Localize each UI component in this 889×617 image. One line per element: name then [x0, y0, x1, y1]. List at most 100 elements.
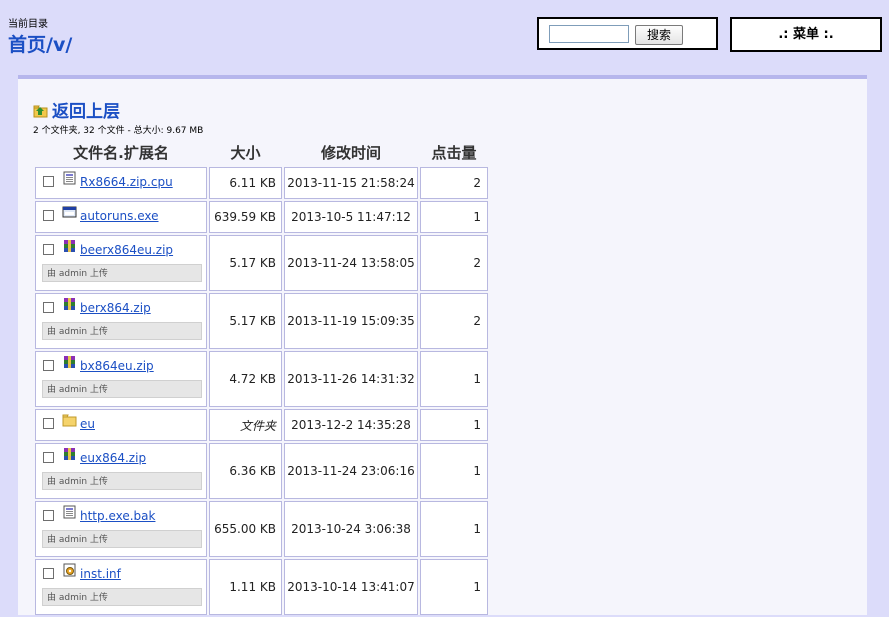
file-list-panel: 返回上层 2 个文件夹, 32 个文件 - 总大小: 9.67 MB 文件名.扩…	[18, 75, 867, 615]
search-button[interactable]: 搜索	[635, 25, 683, 45]
hits-cell: 1	[420, 351, 488, 407]
archive-icon	[64, 448, 75, 460]
uploader-info: 由 admin 上传	[42, 530, 202, 548]
column-header-hits[interactable]: 点击量	[420, 139, 488, 165]
size-cell: 639.59 KB	[209, 201, 282, 233]
modified-time-cell: 2013-10-14 13:41:07	[284, 559, 418, 615]
row-checkbox[interactable]	[43, 209, 54, 221]
breadcrumb: 首页/v/	[8, 30, 72, 57]
archive-icon	[64, 240, 75, 252]
modified-time-cell: 2013-11-26 14:31:32	[284, 351, 418, 407]
modified-time-cell: 2013-11-15 21:58:24	[284, 167, 418, 199]
name-cell: berx864.zip 由 admin 上传	[35, 293, 207, 349]
up-folder-icon	[33, 105, 48, 118]
row-checkbox[interactable]	[43, 175, 54, 187]
hits-cell: 1	[420, 201, 488, 233]
name-cell: inst.inf 由 admin 上传	[35, 559, 207, 615]
menu-button[interactable]: .: 菜单 :.	[730, 17, 882, 52]
row-checkbox[interactable]	[43, 243, 54, 255]
file-link[interactable]: eux864.zip	[80, 451, 146, 465]
size-cell: 文件夹	[209, 409, 282, 441]
name-cell: http.exe.bak 由 admin 上传	[35, 501, 207, 557]
hits-cell: 1	[420, 501, 488, 557]
folder-summary: 2 个文件夹, 32 个文件 - 总大小: 9.67 MB	[33, 126, 204, 136]
row-checkbox[interactable]	[43, 567, 54, 579]
file-table: 文件名.扩展名 大小 修改时间 点击量 Rx8664.zip.cpu 6.11 K…	[33, 137, 490, 617]
table-row: eu 文件夹 2013-12-2 14:35:28 1	[35, 409, 488, 441]
table-row: Rx8664.zip.cpu 6.11 KB 2013-11-15 21:58:24…	[35, 167, 488, 199]
file-size: 6.11 KB	[229, 176, 276, 190]
file-link[interactable]: berx864.zip	[80, 301, 151, 315]
modified-time-cell: 2013-11-24 23:06:16	[284, 443, 418, 499]
uploader-info: 由 admin 上传	[42, 380, 202, 398]
back-label: 返回上层	[52, 102, 120, 122]
column-header-size[interactable]: 大小	[209, 139, 282, 165]
search-input[interactable]	[549, 25, 629, 43]
size-cell: 6.36 KB	[209, 443, 282, 499]
executable-icon	[62, 206, 77, 218]
generic-file-icon	[63, 505, 76, 519]
file-size: 6.36 KB	[229, 464, 276, 478]
name-cell: eux864.zip 由 admin 上传	[35, 443, 207, 499]
breadcrumb-dir-link[interactable]: v	[53, 34, 65, 56]
uploader-info: 由 admin 上传	[42, 472, 202, 490]
breadcrumb-home-link[interactable]: 首页	[8, 34, 46, 56]
table-row: inst.inf 由 admin 上传 1.11 KB 2013-10-14 13:4…	[35, 559, 488, 615]
hits-cell: 1	[420, 559, 488, 615]
file-link[interactable]: beerx864eu.zip	[80, 243, 173, 257]
file-link[interactable]: bx864eu.zip	[80, 359, 154, 373]
table-row: berx864.zip 由 admin 上传 5.17 KB 2013-11-19 1…	[35, 293, 488, 349]
breadcrumb-separator: /	[46, 34, 53, 56]
settings-file-icon	[63, 563, 76, 577]
row-checkbox[interactable]	[43, 417, 54, 429]
folder-icon	[62, 414, 77, 427]
file-size: 4.72 KB	[229, 372, 276, 386]
hits-cell: 1	[420, 443, 488, 499]
hits-cell: 2	[420, 167, 488, 199]
column-header-time[interactable]: 修改时间	[284, 139, 418, 165]
row-checkbox[interactable]	[43, 509, 54, 521]
archive-icon	[64, 298, 75, 310]
table-row: beerx864eu.zip 由 admin 上传 5.17 KB 2013-11-2…	[35, 235, 488, 291]
current-dir-label: 当前目录	[8, 19, 48, 30]
file-size: 1.11 KB	[229, 580, 276, 594]
size-cell: 6.11 KB	[209, 167, 282, 199]
file-link[interactable]: Rx8664.zip.cpu	[80, 175, 173, 189]
name-cell: bx864eu.zip 由 admin 上传	[35, 351, 207, 407]
file-link[interactable]: eu	[80, 417, 95, 431]
file-size: 文件夹	[239, 418, 276, 433]
back-link[interactable]: 返回上层	[33, 97, 120, 122]
modified-time-cell: 2013-10-5 11:47:12	[284, 201, 418, 233]
file-size: 655.00 KB	[214, 522, 276, 536]
file-size: 5.17 KB	[229, 314, 276, 328]
archive-icon	[64, 356, 75, 368]
table-row: bx864eu.zip 由 admin 上传 4.72 KB 2013-11-26 1…	[35, 351, 488, 407]
size-cell: 655.00 KB	[209, 501, 282, 557]
size-cell: 5.17 KB	[209, 235, 282, 291]
modified-time-cell: 2013-11-19 15:09:35	[284, 293, 418, 349]
row-checkbox[interactable]	[43, 451, 54, 463]
size-cell: 5.17 KB	[209, 293, 282, 349]
generic-file-icon	[63, 171, 76, 185]
row-checkbox[interactable]	[43, 359, 54, 371]
table-row: eux864.zip 由 admin 上传 6.36 KB 2013-11-24 23…	[35, 443, 488, 499]
column-header-name[interactable]: 文件名.扩展名	[35, 139, 207, 165]
row-checkbox[interactable]	[43, 301, 54, 313]
uploader-info: 由 admin 上传	[42, 588, 202, 606]
file-link[interactable]: http.exe.bak	[80, 509, 155, 523]
file-link[interactable]: autoruns.exe	[80, 209, 159, 223]
modified-time-cell: 2013-10-24 3:06:38	[284, 501, 418, 557]
name-cell: beerx864eu.zip 由 admin 上传	[35, 235, 207, 291]
table-row: http.exe.bak 由 admin 上传 655.00 KB 2013-10-2…	[35, 501, 488, 557]
uploader-info: 由 admin 上传	[42, 322, 202, 340]
hits-cell: 2	[420, 235, 488, 291]
search-box: 搜索	[537, 17, 718, 50]
hits-cell: 1	[420, 409, 488, 441]
file-link[interactable]: inst.inf	[80, 567, 121, 581]
breadcrumb-separator: /	[65, 34, 73, 56]
file-size: 5.17 KB	[229, 256, 276, 270]
name-cell: autoruns.exe	[35, 201, 207, 233]
hits-cell: 2	[420, 293, 488, 349]
table-row: autoruns.exe 639.59 KB 2013-10-5 11:47:12 1	[35, 201, 488, 233]
size-cell: 4.72 KB	[209, 351, 282, 407]
